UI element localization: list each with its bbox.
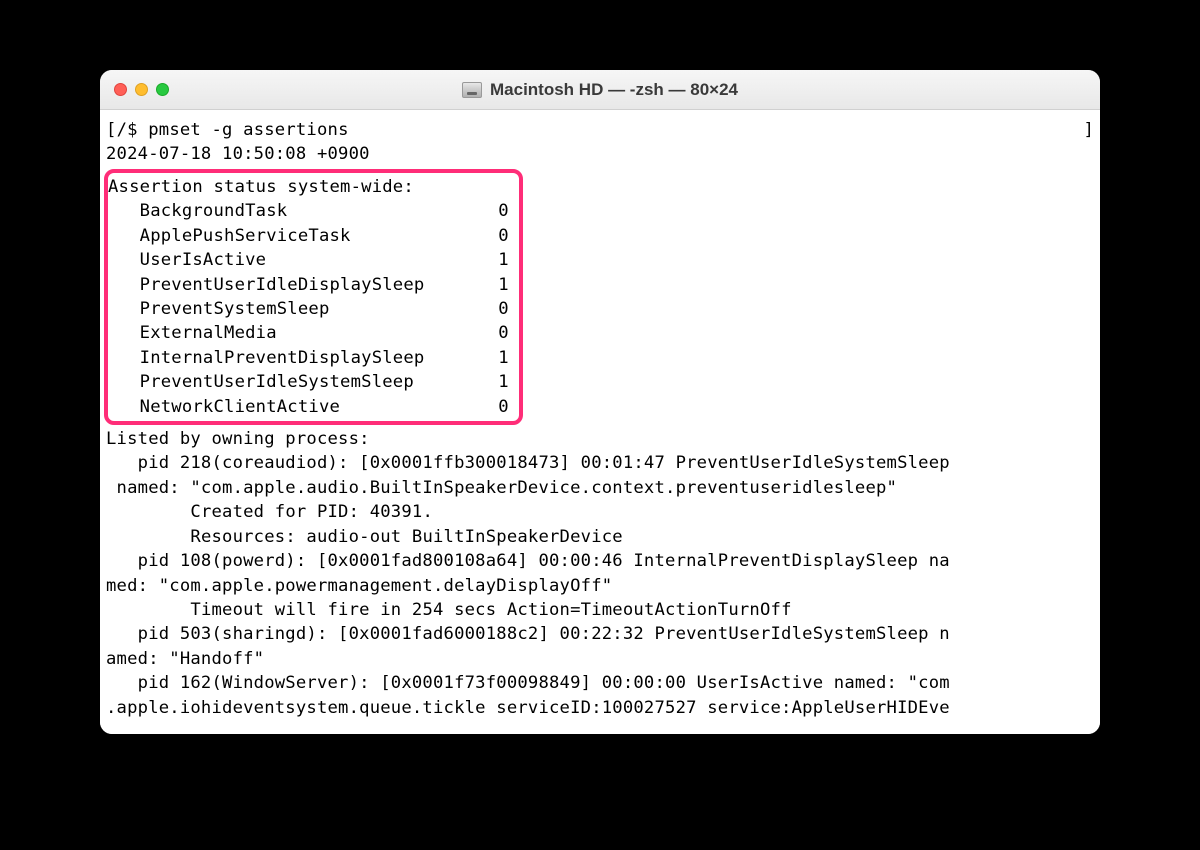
- assertion-row: NetworkClientActive 0: [108, 395, 509, 419]
- assertion-row: UserIsActive 1: [108, 248, 509, 272]
- window-title-group: Macintosh HD — -zsh — 80×24: [462, 80, 738, 100]
- assertion-row: PreventUserIdleDisplaySleep 1: [108, 273, 509, 297]
- assertion-row: BackgroundTask 0: [108, 199, 509, 223]
- assertion-row: InternalPreventDisplaySleep 1: [108, 346, 509, 370]
- output-line: pid 162(WindowServer): [0x0001f73f000988…: [106, 671, 1094, 695]
- output-line: .apple.iohideventsystem.queue.tickle ser…: [106, 696, 1094, 720]
- output-line: pid 218(coreaudiod): [0x0001ffb300018473…: [106, 451, 1094, 475]
- prompt-left-bracket: [: [106, 120, 117, 140]
- output-line: pid 108(powerd): [0x0001fad800108a64] 00…: [106, 549, 1094, 573]
- assertion-row: ApplePushServiceTask 0: [108, 224, 509, 248]
- assertion-row: PreventSystemSleep 0: [108, 297, 509, 321]
- titlebar[interactable]: Macintosh HD — -zsh — 80×24: [100, 70, 1100, 110]
- output-line: Resources: audio-out BuiltInSpeakerDevic…: [106, 525, 1094, 549]
- output-line: med: "com.apple.powermanagement.delayDis…: [106, 574, 1094, 598]
- output-line: Created for PID: 40391.: [106, 500, 1094, 524]
- timestamp-line: 2024-07-18 10:50:08 +0900: [106, 142, 1094, 166]
- traffic-lights: [114, 83, 169, 96]
- assertion-row: PreventUserIdleSystemSleep 1: [108, 370, 509, 394]
- minimize-icon[interactable]: [135, 83, 148, 96]
- output-line: named: "com.apple.audio.BuiltInSpeakerDe…: [106, 476, 1094, 500]
- output-line: Timeout will fire in 254 secs Action=Tim…: [106, 598, 1094, 622]
- assertion-highlight-box: Assertion status system-wide: Background…: [104, 169, 523, 425]
- listed-header: Listed by owning process:: [106, 427, 1094, 451]
- prompt-right-bracket: ]: [1083, 118, 1094, 142]
- prompt-command: pmset -g assertions: [148, 120, 348, 140]
- close-icon[interactable]: [114, 83, 127, 96]
- terminal-window: Macintosh HD — -zsh — 80×24 [/$ pmset -g…: [100, 70, 1100, 734]
- prompt-line: [/$ pmset -g assertions]: [106, 118, 1094, 142]
- assertion-header: Assertion status system-wide:: [108, 175, 509, 199]
- assertion-row: ExternalMedia 0: [108, 321, 509, 345]
- prompt-path: /$: [117, 120, 149, 140]
- zoom-icon[interactable]: [156, 83, 169, 96]
- window-title: Macintosh HD — -zsh — 80×24: [490, 80, 738, 100]
- disk-icon: [462, 82, 482, 98]
- output-line: amed: "Handoff": [106, 647, 1094, 671]
- terminal-body[interactable]: [/$ pmset -g assertions]2024-07-18 10:50…: [100, 110, 1100, 734]
- assertion-list: BackgroundTask 0 ApplePushServiceTask 0 …: [108, 199, 509, 419]
- output-line: pid 503(sharingd): [0x0001fad6000188c2] …: [106, 622, 1094, 646]
